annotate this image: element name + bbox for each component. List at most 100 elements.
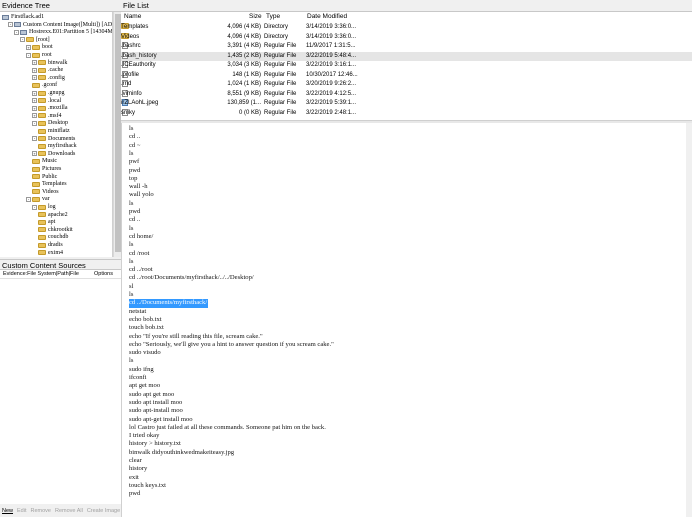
text-line[interactable]: ls (129, 200, 133, 208)
text-line[interactable]: ls (129, 125, 133, 133)
remove-all-button[interactable]: Remove All (55, 508, 83, 514)
collapse-icon[interactable]: - (26, 196, 31, 202)
file-size: 3,391 (4 KB) (227, 43, 261, 49)
expand-icon[interactable]: + (32, 113, 37, 119)
new-button[interactable]: New (2, 508, 13, 514)
text-line[interactable]: wall -h (129, 183, 148, 191)
column-header-date-modified[interactable]: Date Modified (307, 12, 347, 22)
expand-icon[interactable]: + (32, 75, 37, 81)
column-header-name[interactable]: Name (124, 12, 141, 22)
text-line[interactable]: binwalk didyouthinkwedmakeiteasy.jpg (129, 449, 234, 457)
text-line[interactable]: echo "If you're still reading this file,… (129, 333, 263, 341)
file-name: .profile (121, 71, 140, 78)
text-viewer-scrollbar[interactable] (686, 123, 692, 517)
selected-text-line[interactable]: cd ../Documents/myfirsthack/ (129, 299, 209, 308)
text-line[interactable]: sudo apt get moo (129, 391, 174, 399)
expand-icon[interactable]: + (26, 44, 31, 50)
text-line[interactable]: sudo visudo (129, 349, 161, 357)
expand-icon[interactable]: + (32, 67, 37, 73)
file-list-table[interactable]: Name Size Type Date Modified Templates 4,… (121, 12, 692, 120)
collapse-icon[interactable]: - (32, 136, 37, 142)
text-line[interactable]: sudo apt-install moo (129, 407, 183, 415)
text-line[interactable]: touch keys.txt (129, 482, 166, 490)
text-line[interactable]: ls (129, 258, 133, 266)
file-row[interactable]: .bashrc 3,391 (4 KB) Regular File 11/9/2017… (121, 42, 692, 52)
expand-icon[interactable]: + (32, 90, 37, 96)
custom-sources-list[interactable] (0, 279, 121, 504)
text-line[interactable]: I tried okay (129, 432, 159, 440)
file-row[interactable]: .bash_history 1,435 (2 KB) Regular File 3/2… (121, 51, 692, 61)
text-line[interactable]: top (129, 175, 137, 183)
text-line[interactable]: cd .. (129, 216, 140, 224)
create-image-button[interactable]: Create Image (87, 508, 120, 514)
edit-button[interactable]: Edit (17, 508, 26, 514)
text-line[interactable]: netstat (129, 308, 146, 316)
collapse-icon[interactable]: - (8, 22, 13, 28)
text-line[interactable]: cd ~ (129, 142, 140, 150)
text-line[interactable]: pwd (129, 490, 140, 498)
tree-node-label: Firstflack.ad1 (11, 14, 45, 20)
text-line[interactable]: wall yolo (129, 191, 154, 199)
text-line[interactable]: touch bob.txt (129, 324, 164, 332)
text-line[interactable]: history (129, 465, 147, 473)
text-line[interactable]: clear (129, 457, 142, 465)
expand-icon[interactable]: + (32, 151, 37, 157)
text-line[interactable]: cd ../root/Documents/myfirsthack/../../D… (129, 274, 254, 282)
text-viewer[interactable]: ls cd .. cd ~ ls pwf pwd top wall -h wall yolo ls… (121, 123, 686, 517)
text-line[interactable]: sudo apt install moo (129, 399, 182, 407)
text-line[interactable]: lol Castro just failed at all these comm… (129, 424, 326, 432)
text-line[interactable]: ls (129, 291, 133, 299)
collapse-icon[interactable]: - (32, 204, 37, 210)
text-line[interactable]: echo bob.txt (129, 316, 162, 324)
tree-node[interactable]: exim4 (38, 249, 63, 257)
text-line[interactable]: sudo ifng (129, 366, 154, 374)
file-row[interactable]: irZLAohL.jpeg 130,859 (1... Regular File 3/… (121, 99, 692, 109)
collapse-icon[interactable]: - (32, 120, 37, 126)
text-line[interactable]: history > history.txt (129, 440, 181, 448)
text-line[interactable]: cd home/ (129, 233, 153, 241)
text-line[interactable]: apt get moo (129, 382, 160, 390)
text-line[interactable]: cd /root (129, 250, 149, 258)
text-line[interactable]: echo "Seriously, we'll give you a hint t… (129, 341, 334, 349)
evidence-tree-scrollbar[interactable] (113, 12, 121, 257)
text-line[interactable]: pwf (129, 158, 139, 166)
text-line[interactable]: sl (129, 283, 133, 291)
expand-icon[interactable]: + (32, 60, 37, 66)
file-row[interactable]: .rnd 1,024 (1 KB) Regular File 3/20/2019 9:… (121, 80, 692, 90)
tree-node-label: binwalk (48, 59, 68, 66)
drive-icon (14, 22, 21, 28)
file-type: Regular File (264, 43, 297, 49)
evidence-tree[interactable]: Firstflack.ad1- Custom Content Image([Mul… (0, 12, 113, 257)
folder-icon (38, 67, 46, 73)
text-line[interactable]: sudo apt-get install moo (129, 416, 193, 424)
folder-icon (38, 234, 46, 240)
column-header-size[interactable]: Size (249, 12, 262, 22)
text-line[interactable]: cd ../root (129, 266, 153, 274)
file-row[interactable]: sníky 0 (0 KB) Regular File 3/22/2019 2:48:… (121, 108, 692, 119)
file-row[interactable]: Templates 4,096 (4 KB) Directory 3/14/2019 … (121, 23, 692, 33)
text-line[interactable]: pwd (129, 167, 140, 175)
text-line[interactable]: cd .. (129, 133, 140, 141)
column-header-options[interactable]: Options (94, 270, 113, 279)
expand-icon[interactable]: + (32, 98, 37, 104)
file-row[interactable]: Videos 4,096 (4 KB) Directory 3/14/2019 3:3… (121, 32, 692, 43)
text-line[interactable]: pwd (129, 208, 140, 216)
text-line[interactable]: ls (129, 150, 133, 158)
remove-button[interactable]: Remove (31, 508, 51, 514)
expand-icon[interactable]: + (32, 105, 37, 111)
text-line[interactable]: ls (129, 241, 133, 249)
collapse-icon[interactable]: - (20, 37, 25, 43)
text-line[interactable]: exit (129, 474, 139, 482)
text-line[interactable]: ls (129, 357, 133, 365)
collapse-icon[interactable]: - (26, 52, 31, 58)
column-header-evidence-path[interactable]: Evidence:File System|Path|File (3, 270, 79, 279)
collapse-icon[interactable]: - (14, 29, 19, 35)
file-row[interactable]: .viminfo 8,551 (9 KB) Regular File 3/22/201… (121, 89, 692, 100)
evidence-tree-title: Evidence Tree (0, 0, 121, 12)
file-row[interactable]: .ICEauthority 3,034 (3 KB) Regular File 3/2… (121, 61, 692, 71)
column-header-type[interactable]: Type (266, 12, 280, 22)
file-row[interactable]: .profile 148 (1 KB) Regular File 10/30/2017… (121, 70, 692, 81)
text-line[interactable]: ls (129, 225, 133, 233)
custom-content-sources-title: Custom Content Sources (0, 259, 121, 270)
text-line[interactable]: ifconfi (129, 374, 147, 382)
